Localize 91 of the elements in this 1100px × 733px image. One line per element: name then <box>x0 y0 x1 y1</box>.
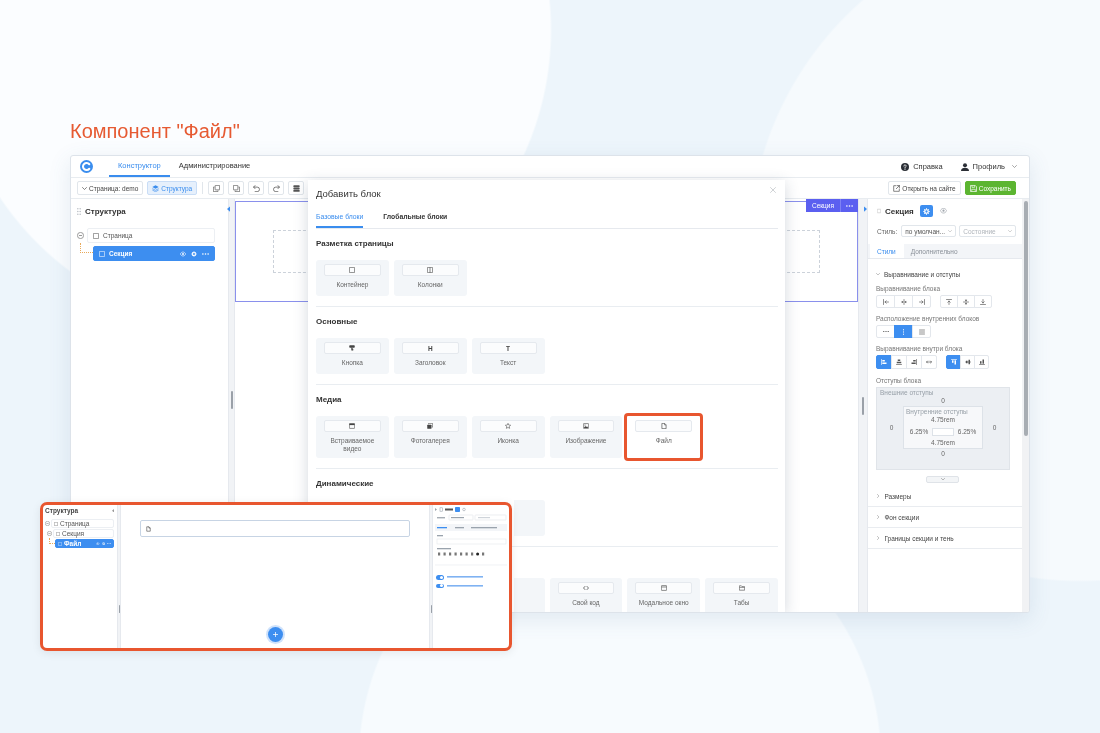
settings-button[interactable] <box>919 205 933 217</box>
caret-left-icon[interactable] <box>227 206 230 212</box>
eye-icon <box>939 208 947 214</box>
logo-icon[interactable] <box>80 160 93 173</box>
space-between-icon <box>926 360 932 364</box>
image-icon <box>582 423 589 429</box>
caret-left-icon[interactable] <box>112 508 114 513</box>
chevron-right-icon <box>877 536 880 540</box>
group-title: Медиа <box>316 395 342 405</box>
duplicate-button[interactable] <box>228 181 245 195</box>
align-end-icon <box>911 359 917 365</box>
copy-icon <box>212 184 220 192</box>
chevron-down-icon <box>940 478 945 481</box>
database-button[interactable] <box>288 181 305 195</box>
eye-icon[interactable] <box>180 250 186 257</box>
file-icon <box>660 423 667 429</box>
align-bottom-icon <box>980 298 986 305</box>
browser-window-icon <box>349 423 356 429</box>
settings-icon <box>922 207 930 215</box>
chevron-down-icon <box>876 272 880 276</box>
chevron-down-icon <box>1008 229 1013 233</box>
user-icon <box>960 162 969 171</box>
label-line-drawing <box>447 576 483 579</box>
align-left-icon <box>882 298 889 305</box>
database-icon <box>292 184 300 192</box>
align-center-icon <box>896 359 902 365</box>
more-icon <box>846 204 853 207</box>
columns-icon <box>427 267 434 273</box>
duplicate-icon <box>232 184 240 192</box>
square-icon <box>349 267 356 273</box>
align-start-icon <box>950 359 957 365</box>
align-center-icon <box>900 298 907 305</box>
group-title: Разметка страницы <box>316 239 394 249</box>
align-center-icon <box>964 359 971 365</box>
minus-circle-icon[interactable] <box>45 521 50 526</box>
folder-icon <box>738 585 745 591</box>
lines-icon <box>918 328 925 335</box>
vertical-dots-icon <box>902 328 905 335</box>
help-icon <box>901 162 910 171</box>
scrollbar[interactable] <box>1022 199 1029 612</box>
layers-icon <box>152 184 160 192</box>
file-icon <box>146 525 151 532</box>
copy-button[interactable] <box>208 181 225 195</box>
chevron-down-icon <box>82 186 87 190</box>
horizontal-dots-icon <box>882 330 889 333</box>
chevron-right-icon <box>877 494 880 498</box>
more-button[interactable] <box>840 199 858 212</box>
panel-splitter[interactable] <box>228 199 235 503</box>
undo-button[interactable] <box>248 181 265 195</box>
eye-icon[interactable] <box>96 541 100 546</box>
align-middle-icon <box>963 298 969 305</box>
toggle-switch[interactable] <box>436 575 444 580</box>
plus-icon <box>272 632 278 637</box>
file-block[interactable] <box>140 520 410 537</box>
cursor-click-icon <box>349 345 356 351</box>
more-icon[interactable] <box>202 252 209 255</box>
caret-right-icon[interactable] <box>864 206 867 212</box>
code-icon <box>582 586 589 590</box>
align-top-icon <box>946 298 952 305</box>
window-icon <box>660 585 667 591</box>
chevron-down-icon <box>948 229 953 233</box>
square-icon <box>93 232 99 239</box>
page-heading: Компонент "Файл" <box>70 119 240 144</box>
panel-title: Секция <box>885 206 914 216</box>
square-icon <box>99 250 105 257</box>
settings-icon[interactable] <box>101 541 105 546</box>
label-line-drawing <box>447 584 483 587</box>
group-title: Основные <box>316 317 358 327</box>
minus-circle-icon[interactable] <box>77 232 84 239</box>
close-icon <box>770 187 776 193</box>
align-start-icon <box>881 359 887 365</box>
save-icon <box>969 184 977 192</box>
minus-circle-icon[interactable] <box>47 531 52 536</box>
undo-icon <box>252 184 260 192</box>
dialog-title: Добавить блок <box>316 187 381 199</box>
chevron-down-icon <box>1012 165 1017 168</box>
panel-title: Структура <box>85 206 126 216</box>
external-link-icon <box>893 184 901 192</box>
input-field[interactable] <box>932 427 954 436</box>
chevron-right-icon <box>877 515 880 519</box>
redo-icon <box>272 184 280 192</box>
add-button[interactable] <box>267 627 283 642</box>
star-icon <box>505 423 512 429</box>
align-right-icon <box>918 298 925 305</box>
drag-handle-icon[interactable] <box>77 207 81 215</box>
settings-icon[interactable] <box>191 250 197 257</box>
gallery-icon <box>427 423 434 429</box>
close-button[interactable] <box>768 185 778 195</box>
align-end-icon <box>978 359 985 365</box>
toggle-switch[interactable] <box>436 583 444 588</box>
group-title: Динамические <box>316 479 374 489</box>
